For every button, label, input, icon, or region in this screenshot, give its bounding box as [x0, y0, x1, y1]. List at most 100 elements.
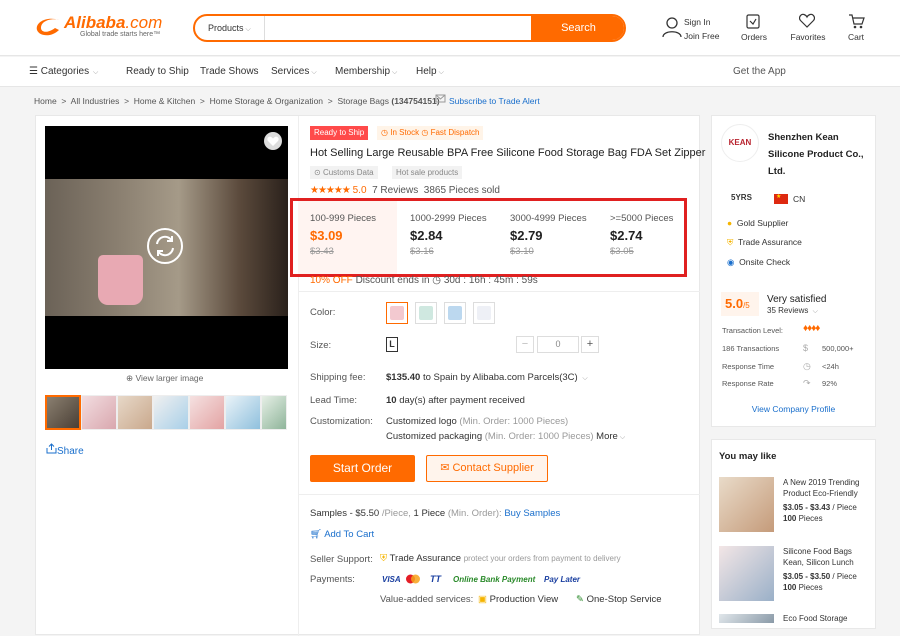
thumbnail[interactable] — [153, 395, 189, 430]
nav-help[interactable]: Help ⌵ — [416, 66, 444, 77]
crumb-sep: > — [199, 96, 205, 106]
supplier-name[interactable]: Shenzhen Kean Silicone Product Co., Ltd. — [768, 129, 864, 180]
recommended-product[interactable]: A New 2019 Trending Product Eco-Friendly $… — [783, 477, 860, 524]
thumbnail[interactable] — [117, 395, 153, 430]
nav-ready-to-ship[interactable]: Ready to Ship — [126, 66, 189, 77]
crumb-storage-bags[interactable]: Storage Bags — [337, 96, 389, 106]
recommended-product-name[interactable]: Eco Food Storage — [783, 614, 847, 623]
orders-link[interactable]: Orders — [736, 32, 772, 42]
crumb-home-storage[interactable]: Home Storage & Organization — [210, 96, 323, 106]
rec-min: 100 — [783, 514, 797, 523]
size-option-l[interactable]: L — [386, 337, 398, 352]
search-input[interactable] — [267, 16, 529, 40]
categories-menu[interactable]: ☰ Categories ⌵ — [29, 66, 98, 77]
one-stop-service-link[interactable]: ✎ One-Stop Service — [576, 594, 662, 605]
logo-suffix: .com — [125, 13, 163, 32]
get-app-link[interactable]: Get the App — [733, 66, 786, 77]
you-may-like-title: You may like — [719, 451, 777, 462]
satisfaction-label: Very satisfied — [767, 294, 827, 305]
color-swatch-pink[interactable] — [386, 302, 408, 324]
thumbnail[interactable] — [45, 395, 81, 430]
transactions-count: 186 Transactions — [722, 344, 780, 353]
customs-icon: ⊙ — [314, 168, 321, 177]
logo[interactable]: Alibaba.com — [64, 13, 162, 33]
cart-icon[interactable] — [848, 13, 865, 29]
recommended-product-image[interactable] — [719, 477, 774, 532]
panel-divider — [298, 116, 299, 636]
gold-supplier-row: ● Gold Supplier — [727, 218, 788, 228]
supplier-logo[interactable]: KEAN — [721, 124, 759, 162]
customization-label: Customization: — [310, 416, 373, 427]
color-swatch-green[interactable] — [415, 302, 437, 324]
customs-data-tag[interactable]: ⊙ Customs Data — [310, 166, 378, 179]
gold-supplier-label: Gold Supplier — [736, 218, 789, 228]
color-swatch-clear[interactable] — [473, 302, 495, 324]
thumbnail[interactable] — [81, 395, 117, 430]
thumbnail[interactable] — [261, 395, 287, 430]
subscribe-trade-alert-link[interactable]: Subscribe to Trade Alert — [449, 96, 540, 106]
crumb-home-kitchen[interactable]: Home & Kitchen — [134, 96, 195, 106]
signin-link[interactable]: Sign In — [684, 17, 710, 27]
nav-membership[interactable]: Membership ⌵ — [335, 66, 397, 77]
clock-icon: ◷ — [803, 361, 811, 371]
orders-icon[interactable] — [746, 13, 760, 29]
recommended-product-image[interactable] — [719, 614, 774, 623]
heart-icon[interactable] — [799, 13, 815, 28]
shipping-info[interactable]: $135.40 to Spain by Alibaba.com Parcels(… — [386, 372, 588, 383]
crumb-all-industries[interactable]: All Industries — [71, 96, 120, 106]
nav-services[interactable]: Services ⌵ — [271, 66, 317, 77]
search-button[interactable]: Search — [531, 16, 624, 40]
production-view-link[interactable]: ▣ Production View — [478, 594, 558, 605]
thumbnail[interactable] — [189, 395, 225, 430]
favorites-link[interactable]: Favorites — [786, 32, 830, 42]
color-swatch-blue[interactable] — [444, 302, 466, 324]
alibaba-logo-icon[interactable] — [33, 14, 63, 38]
chevron-down-icon: ⌵ — [311, 69, 317, 76]
logo-name: Alibaba — [64, 13, 126, 32]
buy-samples-link[interactable]: Buy Samples — [504, 508, 560, 519]
chevron-down-icon: ⌵ — [245, 26, 251, 33]
view-larger-image-link[interactable]: ⊕ View larger image — [126, 373, 203, 384]
recommended-product[interactable]: Silicone Food Bags Kean, Silicon Lunch $3.… — [783, 546, 857, 593]
user-icon[interactable] — [662, 16, 682, 38]
qty-input[interactable]: 0 — [537, 336, 579, 353]
qty-plus-button[interactable]: + — [581, 336, 599, 353]
search-category-select[interactable]: Products ⌵ — [195, 16, 265, 40]
trade-assurance-text: protect your orders from payment to deli… — [463, 554, 621, 563]
contact-supplier-button[interactable]: ✉ Contact Supplier — [426, 455, 548, 482]
crumb-sep: > — [61, 96, 67, 106]
video-replay-icon[interactable] — [146, 227, 184, 265]
joinfree-link[interactable]: Join Free — [684, 31, 719, 41]
shield-icon: ⛨ — [380, 553, 388, 564]
crumb-sep: > — [124, 96, 130, 106]
more-link[interactable]: More — [596, 431, 618, 442]
chevron-down-icon: ⌵ — [812, 308, 818, 315]
seller-support-label: Seller Support: — [310, 554, 373, 565]
cart-link[interactable]: Cart — [844, 32, 868, 42]
share-link[interactable]: Share — [46, 443, 84, 457]
add-to-cart-link[interactable]: 🛒︎ Add To Cart — [310, 529, 374, 540]
favorite-button[interactable] — [264, 132, 282, 150]
supplier-years-badge: 5YRS — [731, 193, 752, 202]
lead-time-info: 10 day(s) after payment received — [386, 395, 525, 406]
score-of: /5 — [743, 301, 750, 310]
ready-to-ship-badge: Ready to Ship — [310, 126, 369, 140]
nav-trade-shows[interactable]: Trade Shows — [200, 66, 259, 77]
lead-text: day(s) after payment received — [399, 395, 525, 406]
supplier-name-line: Shenzhen Kean — [768, 132, 839, 143]
hot-sale-tag[interactable]: Hot sale products — [392, 166, 463, 179]
trade-assurance-info[interactable]: ⛨ Trade Assurance protect your orders fr… — [380, 553, 621, 564]
reviews-link[interactable]: 7 Reviews — [372, 185, 418, 196]
crumb-home[interactable]: Home — [34, 96, 57, 106]
supplier-reviews-link[interactable]: 35 Reviews ⌵ — [767, 306, 818, 316]
share-icon — [46, 443, 57, 454]
heart-icon — [267, 136, 279, 146]
view-company-profile-link[interactable]: View Company Profile — [711, 404, 876, 414]
recommended-product-image[interactable] — [719, 546, 774, 601]
thumbnail[interactable] — [225, 395, 261, 430]
samples-row: Samples - $5.50 /Piece, 1 Piece (Min. Or… — [310, 508, 560, 519]
qty-minus-button[interactable]: − — [516, 336, 534, 353]
start-order-button[interactable]: Start Order — [310, 455, 415, 482]
view-larger-label: View larger image — [135, 373, 204, 383]
supplier-name-line: Ltd. — [768, 166, 786, 177]
